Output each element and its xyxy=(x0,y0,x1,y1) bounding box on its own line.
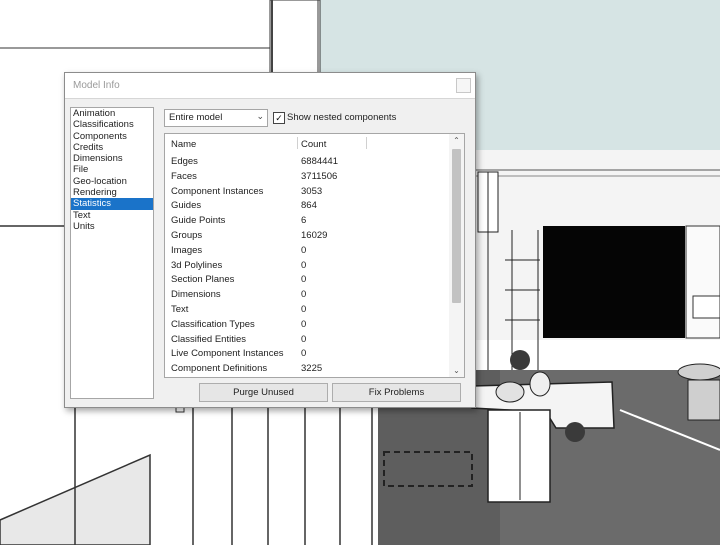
table-row: Guide Points 6 xyxy=(165,213,448,228)
column-divider[interactable] xyxy=(366,137,367,149)
column-divider[interactable] xyxy=(297,137,298,149)
sidebar-item-geo-location[interactable]: Geo-location xyxy=(71,176,153,187)
table-row: Component Instances 3053 xyxy=(165,184,448,199)
row-name: 3d Polylines xyxy=(171,259,223,271)
row-name: Guide Points xyxy=(171,215,226,227)
sidebar-item-animation[interactable]: Animation xyxy=(71,108,153,119)
table-row: Images 0 xyxy=(165,243,448,258)
row-count: 0 xyxy=(301,318,307,330)
close-icon[interactable] xyxy=(456,78,471,93)
table-row: Dimensions 0 xyxy=(165,287,448,302)
row-name: Groups xyxy=(171,229,203,241)
row-count: 0 xyxy=(301,348,307,360)
show-nested-label: Show nested components xyxy=(287,112,397,123)
scroll-up-icon[interactable]: ⌃ xyxy=(449,134,464,147)
row-name: Dimensions xyxy=(171,289,221,301)
row-name: Classification Types xyxy=(171,318,255,330)
column-header-name[interactable]: Name xyxy=(171,139,196,150)
table-row: Groups 16029 xyxy=(165,228,448,243)
sidebar-item-credits[interactable]: Credits xyxy=(71,142,153,153)
row-name: Images xyxy=(171,244,203,256)
row-name: Text xyxy=(171,303,189,315)
row-name: Live Component Instances xyxy=(171,348,284,360)
table-row: Faces 3711506 xyxy=(165,169,448,184)
row-name: Section Planes xyxy=(171,274,235,286)
row-count: 0 xyxy=(301,303,307,315)
row-name: Guides xyxy=(171,200,202,212)
statistics-rows: Edges 6884441 Faces 3711506 Component Inst… xyxy=(165,154,448,376)
statistics-table-header: Name Count xyxy=(165,134,448,152)
row-name: Edges xyxy=(171,156,198,167)
table-row: Component Definitions 3225 xyxy=(165,361,448,376)
row-name: Component Instances xyxy=(171,185,264,197)
sidebar-item-rendering[interactable]: Rendering xyxy=(71,187,153,198)
row-count: 16029 xyxy=(301,229,328,241)
table-row: Classification Types 0 xyxy=(165,317,448,332)
scope-select[interactable]: Entire model ⌄ xyxy=(164,109,268,127)
sidebar-item-dimensions[interactable]: Dimensions xyxy=(71,153,153,164)
table-row: Classified Entities 0 xyxy=(165,332,448,347)
row-count: 0 xyxy=(301,244,307,256)
row-name: Component Definitions xyxy=(171,363,268,375)
scroll-down-icon[interactable]: ⌄ xyxy=(449,364,464,377)
statistics-table: Name Count Edges 6884441 Faces 3711506 Com… xyxy=(164,133,465,378)
purge-unused-button[interactable]: Purge Unused xyxy=(199,383,328,402)
model-info-sidebar: Animation Classifications Components Cre… xyxy=(70,107,154,399)
row-count: 0 xyxy=(301,333,307,345)
dialog-title: Model Info xyxy=(73,80,120,91)
row-count: 0 xyxy=(301,259,307,271)
table-row: Guides 864 xyxy=(165,198,448,213)
table-row: 3d Polylines 0 xyxy=(165,258,448,273)
table-row: Edges 6884441 xyxy=(165,154,448,169)
row-count: 3053 xyxy=(301,185,323,197)
sidebar-item-classifications[interactable]: Classifications xyxy=(71,119,153,130)
row-name: Classified Entities xyxy=(171,333,246,345)
table-row: Text 0 xyxy=(165,302,448,317)
row-count: 3225 xyxy=(301,363,323,375)
row-count: 0 xyxy=(301,289,307,301)
show-nested-checkbox[interactable]: ✓ xyxy=(273,112,285,124)
row-count: 3711506 xyxy=(301,170,338,182)
sidebar-item-file[interactable]: File xyxy=(71,164,153,175)
row-count: 864 xyxy=(301,200,317,212)
table-row: Section Planes 0 xyxy=(165,272,448,287)
fix-problems-button[interactable]: Fix Problems xyxy=(332,383,461,402)
table-row: Live Component Instances 0 xyxy=(165,346,448,361)
model-info-dialog: Model Info Animation Classifications Com… xyxy=(64,72,476,408)
scrollbar-thumb[interactable] xyxy=(452,149,461,303)
scope-select-value: Entire model xyxy=(169,112,223,123)
column-header-count[interactable]: Count xyxy=(301,139,326,150)
row-count: 0 xyxy=(301,274,307,286)
chevron-down-icon: ⌄ xyxy=(256,111,264,121)
sidebar-item-units[interactable]: Units xyxy=(71,221,153,232)
dialog-titlebar[interactable]: Model Info xyxy=(65,73,475,99)
row-count: 6 xyxy=(301,215,307,227)
sidebar-item-text[interactable]: Text xyxy=(71,210,153,221)
row-name: Faces xyxy=(171,170,197,182)
row-count: 6884441 xyxy=(301,156,338,167)
sidebar-item-statistics[interactable]: Statistics xyxy=(71,198,153,210)
vertical-scrollbar[interactable]: ⌃ ⌄ xyxy=(449,134,464,377)
sidebar-item-components[interactable]: Components xyxy=(71,131,153,142)
